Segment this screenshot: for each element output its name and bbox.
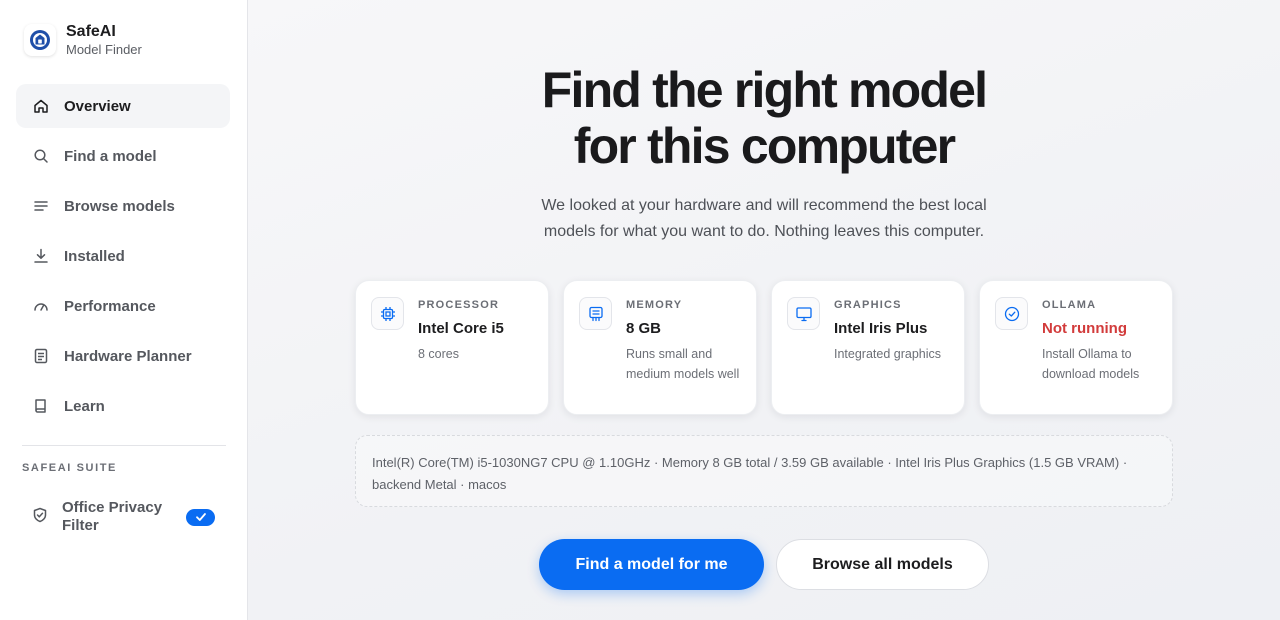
sidebar-item-label: Installed: [64, 247, 125, 265]
document-icon: [32, 347, 50, 365]
card-value: Intel Iris Plus: [834, 320, 928, 337]
card-value: 8 GB: [626, 320, 662, 337]
installed-check-icon: [186, 508, 215, 526]
safeai-logo-icon: [24, 24, 56, 56]
download-icon: [32, 247, 50, 265]
card-label: PROCESSOR: [418, 299, 500, 311]
sidebar-item-label: Performance: [64, 297, 156, 315]
brand-subtitle: Model Finder: [66, 42, 142, 57]
brand[interactable]: SafeAI Model Finder: [24, 22, 142, 58]
sidebar-item-browse-models[interactable]: Browse models: [16, 184, 230, 228]
sidebar-item-performance[interactable]: Performance: [16, 284, 230, 328]
monitor-icon: [787, 297, 820, 330]
list-icon: [32, 197, 50, 215]
sidebar-item-office-privacy-filter[interactable]: Office Privacy Filter: [16, 494, 230, 540]
card-label: OLLAMA: [1042, 299, 1097, 311]
cpu-icon: [371, 297, 404, 330]
sidebar-nav: Overview Find a model Browse models Inst…: [16, 84, 230, 434]
sidebar-divider: [22, 445, 226, 446]
hardware-cards: PROCESSOR Intel Core i5 8 cores MEMORY 8…: [355, 280, 1187, 415]
card-description: Runs small and medium models well: [626, 347, 740, 381]
sidebar: SafeAI Model Finder Overview Find a mode…: [0, 0, 248, 620]
memory-icon: [579, 297, 612, 330]
sidebar-item-learn[interactable]: Learn: [16, 384, 230, 428]
check-circle-icon: [995, 297, 1028, 330]
memory-card: MEMORY 8 GB Runs small and medium models…: [563, 280, 757, 415]
sidebar-item-overview[interactable]: Overview: [16, 84, 230, 128]
sidebar-item-label: Office Privacy Filter: [62, 499, 163, 534]
sidebar-item-label: Learn: [64, 397, 105, 415]
main-content: Find the right model for this computer W…: [248, 0, 1280, 620]
brand-name: SafeAI: [66, 23, 116, 40]
shield-icon: [32, 507, 48, 528]
page-subtitle: We looked at your hardware and will reco…: [541, 197, 987, 240]
sidebar-item-find-a-model[interactable]: Find a model: [16, 134, 230, 178]
hardware-spec-details: Intel(R) Core(TM) i5-1030NG7 CPU @ 1.10G…: [355, 435, 1173, 507]
card-label: MEMORY: [626, 299, 683, 311]
sidebar-item-installed[interactable]: Installed: [16, 234, 230, 278]
browse-all-models-button[interactable]: Browse all models: [776, 539, 989, 590]
book-icon: [32, 397, 50, 415]
suite-section-title: SAFEAI SUITE: [22, 462, 117, 474]
ollama-card: OLLAMA Not running Install Ollama to dow…: [979, 280, 1173, 415]
sidebar-item-label: Find a model: [64, 147, 157, 165]
sidebar-item-hardware-planner[interactable]: Hardware Planner: [16, 334, 230, 378]
sidebar-item-label: Hardware Planner: [64, 347, 192, 365]
processor-card: PROCESSOR Intel Core i5 8 cores: [355, 280, 549, 415]
card-value: Intel Core i5: [418, 320, 504, 337]
card-label: GRAPHICS: [834, 299, 902, 311]
card-description: 8 cores: [418, 347, 459, 361]
page-title-line-2: for this computer: [573, 118, 956, 174]
graphics-card: GRAPHICS Intel Iris Plus Integrated grap…: [771, 280, 965, 415]
page-title-line-1: Find the right model: [541, 62, 988, 118]
search-icon: [32, 147, 50, 165]
page-title: Find the right model for this computer: [248, 62, 1280, 174]
ollama-status: Not running: [1042, 320, 1127, 337]
gauge-icon: [32, 297, 50, 315]
card-description: Integrated graphics: [834, 347, 942, 361]
sidebar-item-label: Overview: [64, 97, 131, 115]
find-model-button[interactable]: Find a model for me: [539, 539, 764, 590]
card-description: Install Ollama to download models: [1042, 347, 1140, 381]
home-icon: [32, 97, 50, 115]
sidebar-item-label: Browse models: [64, 197, 175, 215]
